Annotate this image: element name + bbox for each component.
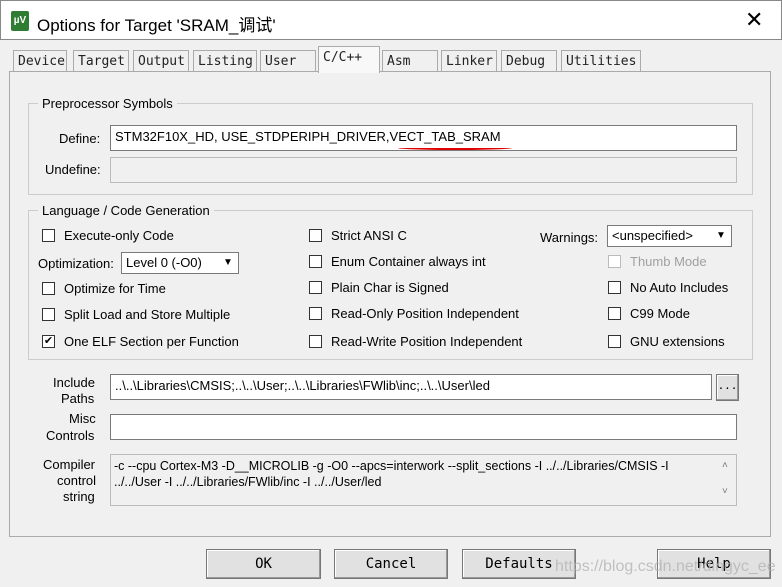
chevron-down-icon: ▼ — [712, 227, 730, 245]
split-load-checkbox[interactable] — [42, 308, 55, 321]
misc-controls-input[interactable] — [110, 414, 737, 440]
tab-debug[interactable]: Debug — [501, 50, 557, 72]
execute-only-label: Execute-only Code — [64, 228, 174, 243]
misc-label: Misc — [69, 411, 96, 426]
chevron-down-icon: ▼ — [219, 254, 237, 272]
tab-target[interactable]: Target — [73, 50, 129, 72]
compiler-label: Compiler — [43, 457, 96, 472]
warnings-value: <unspecified> — [612, 228, 693, 243]
c99-checkbox[interactable] — [608, 307, 621, 320]
thumb-mode-checkbox[interactable] — [608, 255, 621, 268]
warnings-select[interactable]: <unspecified> ▼ — [607, 225, 732, 247]
misc-label-2: Controls — [46, 428, 95, 443]
c99-label: C99 Mode — [630, 306, 690, 321]
optimization-select[interactable]: Level 0 (-O0) ▼ — [121, 252, 239, 274]
rw-pi-label: Read-Write Position Independent — [331, 334, 523, 349]
plain-char-checkbox[interactable] — [309, 281, 322, 294]
tab-asm[interactable]: Asm — [382, 50, 438, 72]
optimization-label: Optimization: — [38, 256, 114, 271]
compiler-line-2: ../../User -I ../../Libraries/FWlib/inc … — [114, 475, 382, 489]
cancel-button[interactable]: Cancel — [334, 549, 448, 579]
window-title: Options for Target 'SRAM_调试' — [37, 16, 276, 35]
undefine-input[interactable] — [110, 157, 737, 183]
scroll-up-icon[interactable]: ˄ — [722, 460, 728, 471]
language-group-label: Language / Code Generation — [38, 203, 214, 218]
optimize-time-label: Optimize for Time — [64, 281, 166, 296]
tab-linker[interactable]: Linker — [441, 50, 497, 72]
tab-user[interactable]: User — [260, 50, 316, 72]
rw-pi-checkbox[interactable] — [309, 335, 322, 348]
thumb-mode-label: Thumb Mode — [630, 254, 707, 269]
tab-cc[interactable]: C/C++ — [318, 46, 380, 73]
optimize-time-checkbox[interactable] — [42, 282, 55, 295]
ok-button[interactable]: OK — [206, 549, 321, 579]
tab-device[interactable]: Device — [13, 50, 67, 72]
one-elf-label: One ELF Section per Function — [64, 334, 239, 349]
compiler-line-1: -c --cpu Cortex-M3 -D__MICROLIB -g -O0 -… — [114, 459, 669, 473]
define-label: Define: — [59, 131, 101, 146]
undefine-label: Undefine: — [45, 162, 101, 177]
plain-char-label: Plain Char is Signed — [331, 280, 449, 295]
no-auto-includes-checkbox[interactable] — [608, 281, 621, 294]
gnu-checkbox[interactable] — [608, 335, 621, 348]
one-elf-checkbox[interactable]: ✔ — [42, 335, 55, 348]
watermark: https://blog.csdn.net/dingyc_ee — [555, 558, 776, 575]
strict-ansi-label: Strict ANSI C — [331, 228, 407, 243]
ro-pi-checkbox[interactable] — [309, 307, 322, 320]
ro-pi-label: Read-Only Position Independent — [331, 306, 519, 321]
no-auto-includes-label: No Auto Includes — [630, 280, 729, 295]
optimization-value: Level 0 (-O0) — [126, 255, 202, 270]
title-bar: µV Options for Target 'SRAM_调试' ✕ — [0, 0, 782, 40]
enum-int-checkbox[interactable] — [309, 255, 322, 268]
include-paths-input[interactable]: ..\..\Libraries\CMSIS;..\..\User;..\..\L… — [110, 374, 712, 400]
split-load-label: Split Load and Store Multiple — [64, 307, 231, 322]
close-icon[interactable]: ✕ — [745, 7, 763, 33]
enum-int-label: Enum Container always int — [331, 254, 486, 269]
compiler-string-textarea[interactable]: -c --cpu Cortex-M3 -D__MICROLIB -g -O0 -… — [110, 454, 737, 506]
compiler-label-3: string — [63, 489, 95, 504]
tab-utilities[interactable]: Utilities — [561, 50, 641, 72]
tab-output[interactable]: Output — [133, 50, 189, 72]
strict-ansi-checkbox[interactable] — [309, 229, 322, 242]
preprocessor-group-label: Preprocessor Symbols — [38, 96, 177, 111]
browse-button[interactable]: ... — [716, 374, 739, 401]
keil-app-icon: µV — [11, 11, 29, 31]
gnu-label: GNU extensions — [630, 334, 725, 349]
execute-only-checkbox[interactable] — [42, 229, 55, 242]
tab-listing[interactable]: Listing — [193, 50, 257, 72]
warnings-label: Warnings: — [540, 230, 599, 245]
include-label-2: Paths — [61, 391, 95, 406]
red-underline-annotation — [398, 146, 512, 150]
include-label: Include — [53, 375, 95, 390]
scroll-down-icon[interactable]: ˅ — [722, 486, 728, 497]
compiler-label-2: control — [57, 473, 97, 488]
